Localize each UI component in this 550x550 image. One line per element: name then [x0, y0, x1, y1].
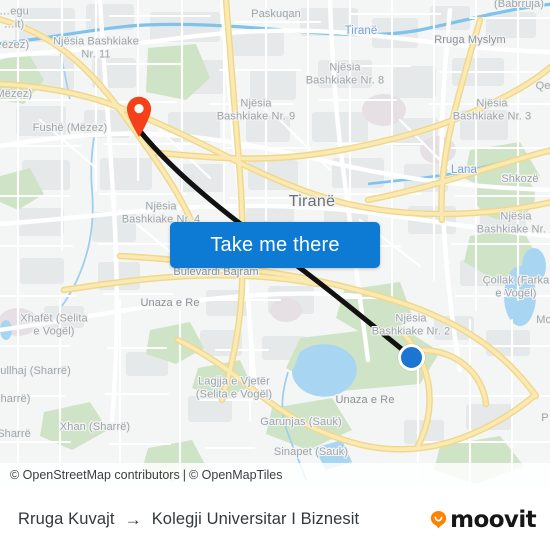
attribution-separator: |: [182, 468, 186, 482]
map-attribution-bar: © OpenStreetMap contributors | © OpenMapTi…: [0, 463, 550, 487]
take-me-there-button[interactable]: Take me there: [170, 222, 380, 268]
map-canvas[interactable]: …egu …it) Paskuqan (Babrruja) Njësia Bashki…: [0, 0, 550, 487]
moovit-pin-icon: [430, 510, 447, 529]
origin-pin-marker[interactable]: [126, 96, 152, 138]
moovit-logo[interactable]: moovit: [429, 507, 550, 533]
origin-name: Rruga Kuvajt: [18, 510, 115, 528]
destination-dot-marker[interactable]: [398, 344, 425, 371]
origin-pin-icon: [126, 96, 152, 137]
footer-bar: Rruga Kuvajt → Kolegji Universitar I Biz…: [0, 487, 550, 550]
arrow-right-icon: →: [124, 510, 142, 529]
openmaptiles-attribution-link[interactable]: © OpenMapTiles: [189, 468, 283, 482]
route-summary: Rruga Kuvajt → Kolegji Universitar I Biz…: [0, 510, 359, 529]
moovit-map-screenshot: …egu …it) Paskuqan (Babrruja) Njësia Bashki…: [0, 0, 550, 550]
moovit-wordmark: moovit: [450, 506, 536, 533]
destination-name: Kolegji Universitar I Biznesit: [151, 510, 360, 528]
osm-attribution-link[interactable]: © OpenStreetMap contributors: [10, 468, 180, 482]
